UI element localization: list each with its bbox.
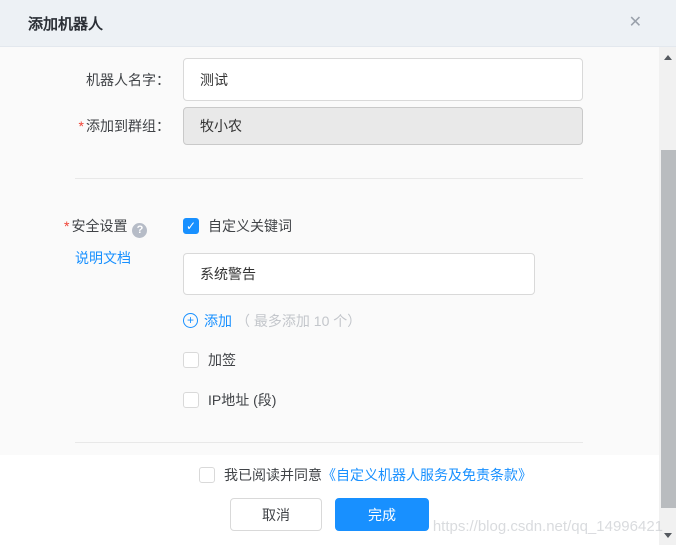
ip-checkbox[interactable] [183, 392, 199, 408]
scroll-up-button[interactable] [659, 49, 676, 65]
button-row: 取消 完成 [0, 498, 659, 531]
sign-checkbox-row[interactable]: 加签 [183, 350, 535, 370]
robot-name-cell [183, 58, 583, 101]
sign-checkbox[interactable] [183, 352, 199, 368]
keyword-checkbox-label: 自定义关键词 [208, 218, 292, 234]
required-asterisk: * [78, 118, 84, 134]
ip-checkbox-label: IP地址 (段) [208, 392, 277, 408]
ip-checkbox-row[interactable]: IP地址 (段) [183, 390, 535, 410]
scroll-down-button[interactable] [659, 527, 676, 543]
required-asterisk: * [64, 218, 70, 234]
robot-name-input[interactable] [183, 58, 583, 101]
plus-circle-icon[interactable]: + [183, 313, 198, 328]
security-label: * 安全设置? [64, 216, 170, 238]
dialog-title: 添加机器人 [28, 15, 104, 33]
dialog-body: 机器人名字： *添加到群组： *安全设置? 说明文档 ✓ [0, 47, 676, 443]
keyword-checkbox-row[interactable]: ✓ 自定义关键词 [183, 216, 535, 236]
group-label-text: 添加到群组： [86, 118, 170, 134]
close-icon[interactable]: ✕ [629, 15, 642, 31]
add-keyword-link[interactable]: 添加 [204, 311, 232, 331]
agreement-text: 我已阅读并同意 [224, 467, 322, 483]
group-input [183, 107, 583, 145]
agreement-terms-link[interactable]: 《自定义机器人服务及免责条款》 [322, 465, 532, 485]
group-label: * 添加到群组： [0, 116, 170, 136]
sign-checkbox-label: 加签 [208, 352, 236, 368]
keyword-input[interactable] [183, 253, 535, 295]
keyword-checkbox-checked[interactable]: ✓ [183, 218, 199, 234]
robot-form: 机器人名字： *添加到群组： [0, 58, 676, 145]
dialog-header: 添加机器人 ✕ [0, 0, 676, 47]
add-keyword-row: + 添加 （ 最多添加 10 个） [183, 312, 535, 329]
group-cell [183, 107, 583, 145]
security-label-text: 安全设置 [71, 218, 128, 234]
done-button[interactable]: 完成 [335, 498, 429, 531]
security-section: *安全设置? 说明文档 ✓ 自定义关键词 + 添加 （ 最多添加 10 个） 加 [0, 216, 676, 410]
arrow-up-icon [663, 54, 672, 60]
scrollbar-thumb[interactable] [661, 150, 676, 508]
divider-bottom [75, 442, 583, 443]
add-keyword-hint: （ 最多添加 10 个） [236, 312, 362, 329]
help-question-icon[interactable]: ? [132, 223, 148, 238]
add-robot-dialog: 添加机器人 ✕ 机器人名字： *添加到群组： *安全设置? 说明文 [0, 0, 676, 545]
agreement-checkbox[interactable] [199, 467, 215, 483]
security-options-column: ✓ 自定义关键词 + 添加 （ 最多添加 10 个） 加签 IP地址 (段) [183, 216, 535, 410]
cancel-button[interactable]: 取消 [230, 498, 322, 531]
robot-name-label-text: 机器人名字： [86, 71, 170, 88]
security-label-column: * 安全设置? 说明文档 [0, 216, 170, 410]
divider-top [75, 178, 583, 179]
arrow-down-icon [663, 532, 672, 538]
doc-link[interactable]: 说明文档 [75, 248, 131, 268]
agreement-row: 我已阅读并同意 《自定义机器人服务及免责条款》 [55, 465, 676, 485]
dialog-footer: 我已阅读并同意 《自定义机器人服务及免责条款》 取消 完成 [0, 455, 676, 545]
robot-name-label: 机器人名字： [0, 70, 170, 90]
scrollbar-track[interactable] [659, 47, 676, 545]
